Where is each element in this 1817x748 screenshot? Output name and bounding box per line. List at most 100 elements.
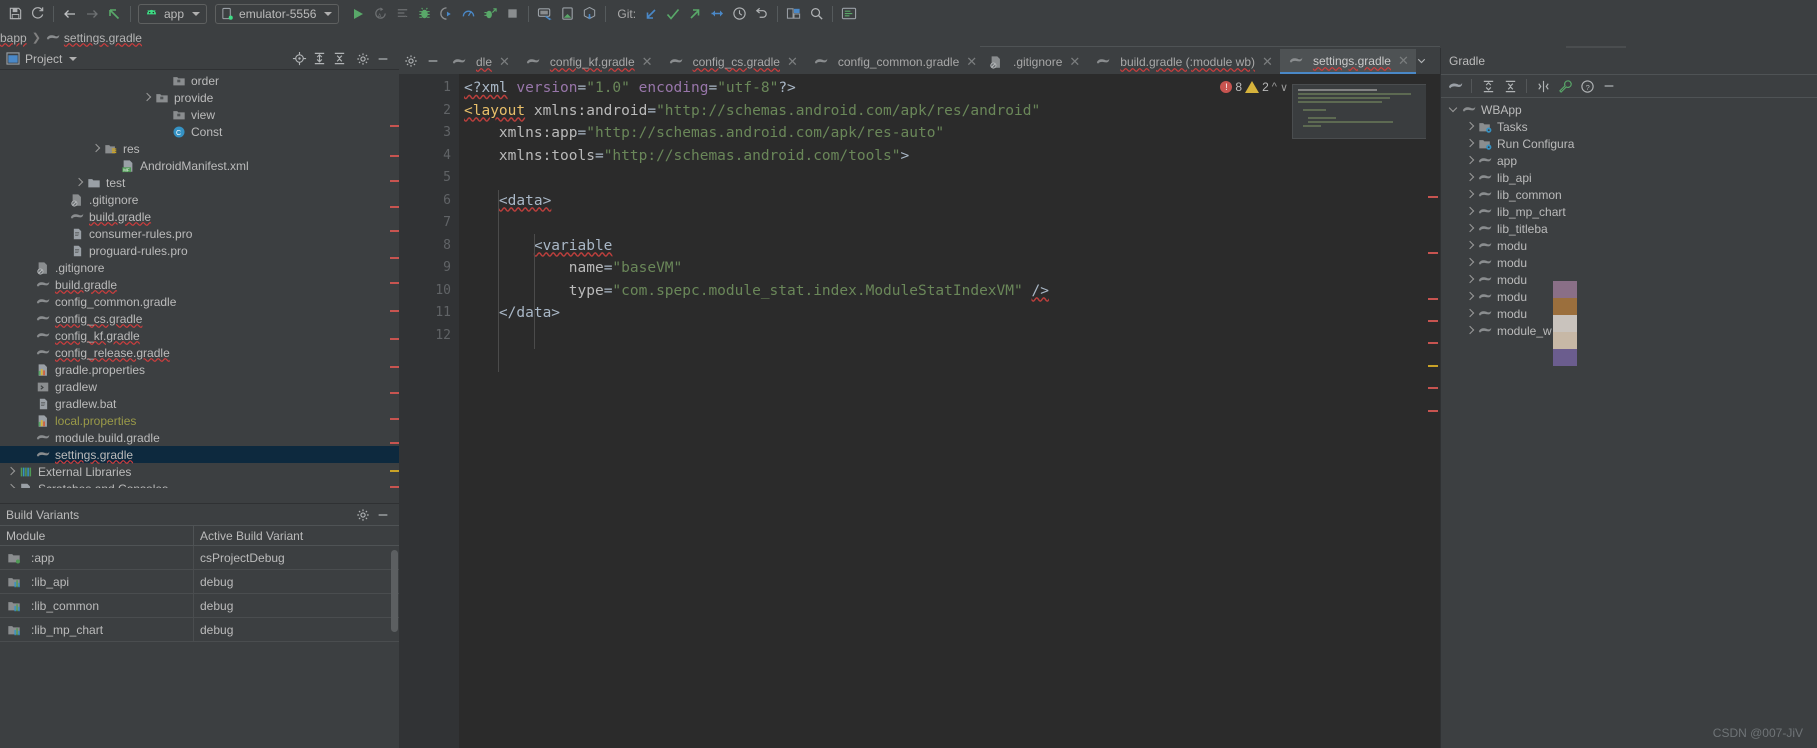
chevron-right-icon[interactable]	[6, 483, 17, 488]
settings-gear-icon-editor[interactable]	[401, 52, 421, 70]
gradle-tree-item[interactable]: modu	[1441, 271, 1817, 288]
back-arrow-icon[interactable]	[59, 3, 81, 25]
chevron-right-icon[interactable]	[1465, 240, 1476, 251]
hide-panel-icon-gradle[interactable]	[1599, 77, 1619, 95]
editor-tabs-left[interactable]: dle ✕ config_kf.gradle ✕ config_cs.gradle ✕ co…	[443, 48, 984, 74]
save-icon[interactable]	[4, 3, 26, 25]
project-tree-item[interactable]: gradle.properties	[0, 361, 399, 378]
build-variant-value-cell[interactable]: debug	[194, 594, 399, 617]
build-variant-value-cell[interactable]: csProjectDebug	[194, 546, 399, 569]
chevron-right-icon[interactable]	[6, 466, 17, 477]
gradle-tree-item[interactable]: lib_mp_chart	[1441, 203, 1817, 220]
build-variant-value-cell[interactable]: debug	[194, 618, 399, 641]
close-icon[interactable]: ✕	[1262, 55, 1273, 68]
code-line[interactable]: type="com.spepc.module_stat.index.Module…	[459, 280, 1440, 303]
project-tree-item[interactable]: config_release.gradle	[0, 344, 399, 361]
breadcrumb-item-module[interactable]: bapp	[0, 31, 27, 45]
locate-icon[interactable]	[289, 50, 309, 68]
project-tree-item[interactable]: config_common.gradle	[0, 293, 399, 310]
editor-tab-2[interactable]: config_cs.gradle ✕	[660, 49, 805, 74]
column-header-module[interactable]: Module	[0, 526, 194, 545]
project-tree-item[interactable]: provide	[0, 89, 399, 106]
build-variant-module-cell[interactable]: :lib_api	[0, 570, 194, 593]
collapse-all-icon[interactable]	[329, 50, 349, 68]
hide-panel-icon-bv[interactable]	[373, 506, 393, 524]
close-icon[interactable]: ✕	[642, 55, 653, 68]
editor-tab-0[interactable]: dle ✕	[443, 49, 517, 74]
project-file-tree[interactable]: order provide view C Const res MF AndroidManife…	[0, 70, 399, 488]
run-button[interactable]	[347, 3, 369, 25]
code-line[interactable]: xmlns:tools="http://schemas.android.com/…	[459, 145, 1440, 168]
project-structure-button[interactable]	[783, 3, 805, 25]
table-row[interactable]: :lib_api debug	[0, 570, 399, 594]
project-tree-item[interactable]: build.gradle	[0, 276, 399, 293]
editor-code-area[interactable]: <?xml version="1.0" encoding="utf-8"?> <l…	[459, 74, 1440, 748]
editor-tab-3[interactable]: config_common.gradle ✕	[805, 49, 984, 74]
sync-icon[interactable]	[26, 3, 48, 25]
gradle-tree-item[interactable]: lib_api	[1441, 169, 1817, 186]
debug-button[interactable]	[413, 3, 435, 25]
gradle-tree-item[interactable]: app	[1441, 152, 1817, 169]
code-line[interactable]: <variable	[459, 235, 1440, 258]
project-tree-item[interactable]: .gitignore	[0, 191, 399, 208]
jump-to-source-icon[interactable]	[103, 3, 125, 25]
project-tree-item[interactable]: .gitignore	[0, 259, 399, 276]
chevron-right-icon[interactable]	[142, 92, 153, 103]
profiler-button[interactable]	[457, 3, 479, 25]
table-row[interactable]: :lib_mp_chart debug	[0, 618, 399, 642]
tab-overflow-button[interactable]	[1412, 50, 1430, 70]
expand-all-icon-gradle[interactable]	[1478, 77, 1498, 95]
close-icon[interactable]: ✕	[787, 55, 798, 68]
code-line[interactable]: <data>	[459, 190, 1440, 213]
error-stripe-marker[interactable]	[1428, 342, 1438, 344]
project-tree-item[interactable]: External Libraries	[0, 463, 399, 480]
collapse-all-icon-gradle[interactable]	[1500, 77, 1520, 95]
error-stripe-marker[interactable]	[1428, 320, 1438, 322]
build-variant-module-cell[interactable]: :lib_common	[0, 594, 194, 617]
chevron-right-icon[interactable]	[1465, 206, 1476, 217]
project-tree-item[interactable]: MF AndroidManifest.xml	[0, 157, 399, 174]
table-row[interactable]: :app csProjectDebug	[0, 546, 399, 570]
chevron-right-icon[interactable]	[1465, 138, 1476, 149]
chevron-right-icon[interactable]	[1465, 325, 1476, 336]
editor-tab-r0[interactable]: .gitignore ✕	[980, 49, 1087, 74]
project-tree-item[interactable]: proguard-rules.pro	[0, 242, 399, 259]
error-stripe-marker[interactable]	[1428, 410, 1438, 412]
build-variant-module-cell[interactable]: :app	[0, 546, 194, 569]
chevron-right-icon[interactable]	[74, 177, 85, 188]
settings-button[interactable]	[838, 3, 860, 25]
gradle-elephant-icon[interactable]	[1445, 77, 1465, 95]
editor-tabs-right[interactable]: .gitignore ✕ build.gradle (:module wb) ✕ set…	[980, 46, 1440, 74]
chevron-down-icon-inspect[interactable]: ∨	[1280, 81, 1288, 94]
gradle-tree-item[interactable]: module_w	[1441, 322, 1817, 339]
undo-button[interactable]	[750, 3, 772, 25]
project-tree-item[interactable]: gradlew.bat	[0, 395, 399, 412]
project-tree-item[interactable]: local.properties	[0, 412, 399, 429]
git-push-button[interactable]	[684, 3, 706, 25]
chevron-down-icon-project[interactable]	[69, 56, 78, 61]
project-tree-item[interactable]: test	[0, 174, 399, 191]
gradle-tree-item[interactable]: modu	[1441, 237, 1817, 254]
build-variant-module-cell[interactable]: :lib_mp_chart	[0, 618, 194, 641]
git-update-button[interactable]	[640, 3, 662, 25]
chevron-down-icon[interactable]	[1449, 104, 1460, 115]
code-line[interactable]	[459, 167, 1440, 190]
project-tree-item[interactable]: res	[0, 140, 399, 157]
gradle-tree-item[interactable]: Tasks	[1441, 118, 1817, 135]
device-selector[interactable]: emulator-5556	[215, 3, 340, 24]
project-tree-item[interactable]: settings.gradle	[0, 446, 399, 463]
hide-panel-icon[interactable]	[373, 50, 393, 68]
error-stripe-marker[interactable]	[1428, 196, 1438, 198]
gradle-tree-item[interactable]: WBApp	[1441, 101, 1817, 118]
close-icon[interactable]: ✕	[1069, 55, 1080, 68]
project-tree-item[interactable]: config_cs.gradle	[0, 310, 399, 327]
expand-all-icon[interactable]	[309, 50, 329, 68]
git-rollback-button[interactable]	[706, 3, 728, 25]
chevron-right-icon[interactable]	[1465, 121, 1476, 132]
chevron-right-icon[interactable]	[1465, 189, 1476, 200]
gradle-sync-button[interactable]	[578, 3, 600, 25]
hide-panel-icon-editor[interactable]	[423, 52, 443, 70]
project-tree-item[interactable]: view	[0, 106, 399, 123]
chevron-up-icon[interactable]: ^	[1272, 81, 1277, 93]
build-variant-value-cell[interactable]: debug	[194, 570, 399, 593]
